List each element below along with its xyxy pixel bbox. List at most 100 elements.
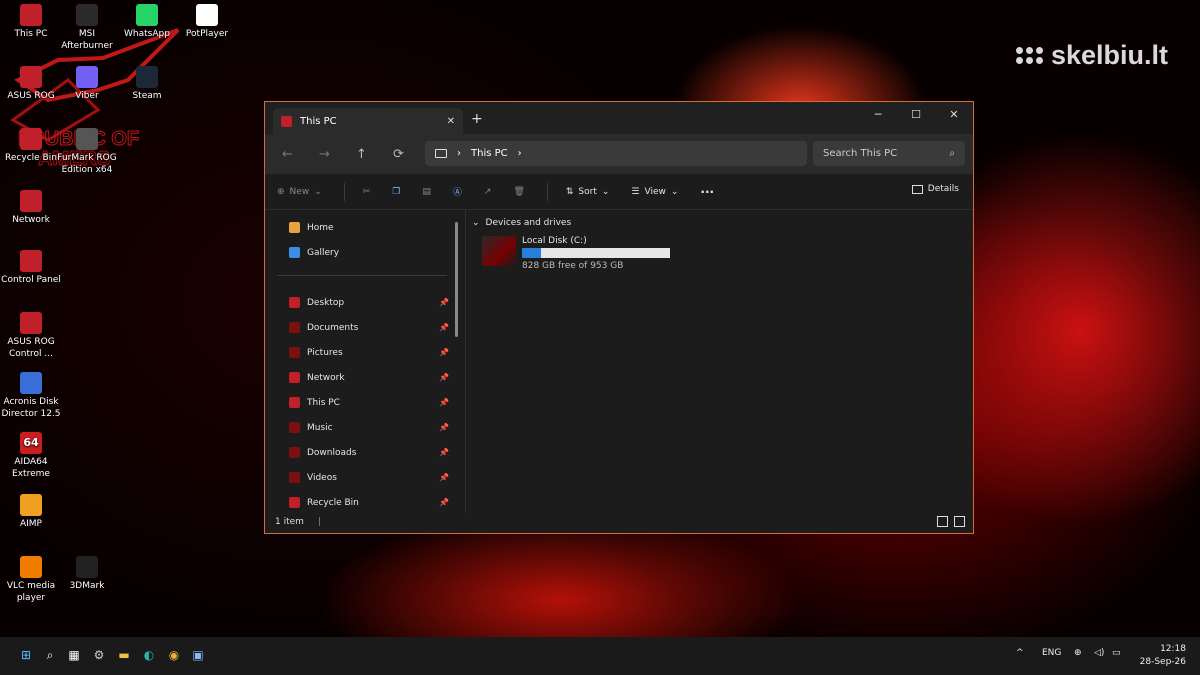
recycle-bin-icon	[289, 497, 300, 508]
cut-button[interactable]: ✂	[363, 187, 371, 197]
msi-afterburner-icon	[76, 4, 98, 26]
nav-item[interactable]: Videos 📌	[289, 472, 449, 483]
file-explorer-icon[interactable]: ▬	[116, 647, 132, 663]
toolbar-divider	[343, 182, 345, 201]
music-icon	[289, 422, 300, 433]
pin-icon[interactable]: 📌	[439, 348, 449, 357]
battery-icon[interactable]: ▭	[1112, 648, 1121, 658]
settings-icon[interactable]: ⚙	[91, 647, 107, 663]
trash-icon: 🗑	[513, 186, 525, 197]
pin-icon[interactable]: 📌	[439, 423, 449, 432]
tab-this-pc[interactable]: This PC ✕	[273, 108, 463, 134]
clock[interactable]: 12:18 28-Sep-26	[1140, 643, 1186, 669]
desktop-icon-label: Control Panel	[1, 275, 61, 285]
pin-icon[interactable]: 📌	[439, 398, 449, 407]
drive-usage-bar	[522, 248, 670, 258]
start-icon[interactable]: ⊞	[18, 647, 34, 663]
desktop-icon-item[interactable]: This PC	[0, 4, 62, 40]
pin-icon[interactable]: 📌	[439, 473, 449, 482]
pin-icon[interactable]: 📌	[439, 498, 449, 507]
section-header-devices[interactable]: ⌄ Devices and drives	[472, 218, 571, 228]
desktop-icon-item[interactable]: WhatsApp	[116, 4, 178, 40]
desktop-icon-item[interactable]: Network	[0, 190, 62, 226]
desktop-icon-item[interactable]: Control Panel	[0, 250, 62, 286]
desktop-icon-item[interactable]: Acronis Disk Director 12.5	[0, 372, 62, 420]
file-explorer-window[interactable]: This PC ✕ + ─ ☐ ✕ ← → ↑ ⟳ › This PC › Se…	[264, 101, 974, 534]
details-view-icon[interactable]	[937, 516, 948, 527]
desktop-icon-item[interactable]: MSI Afterburner	[56, 4, 118, 52]
minimize-button[interactable]: ─	[859, 102, 897, 126]
nav-item[interactable]: Pictures 📌	[289, 347, 449, 358]
pin-icon[interactable]: 📌	[439, 298, 449, 307]
copy-button[interactable]: ❐	[392, 187, 400, 197]
pin-icon[interactable]: 📌	[439, 323, 449, 332]
explorer-body: Home Gallery Desktop 📌 Documents 📌 Pictures 📌 Ne…	[265, 210, 973, 513]
pin-icon[interactable]: 📌	[439, 448, 449, 457]
nav-scrollbar[interactable]	[455, 222, 458, 337]
close-button[interactable]: ✕	[935, 102, 973, 126]
pin-icon[interactable]: 📌	[439, 373, 449, 382]
rename-icon: Ⓐ	[452, 188, 462, 198]
delete-button[interactable]: 🗑	[513, 187, 524, 197]
nav-item-label: Documents	[307, 322, 359, 333]
up-button[interactable]: ↑	[343, 147, 380, 162]
search-icon[interactable]: ⌕	[42, 647, 58, 663]
nav-item[interactable]: Recycle Bin 📌	[289, 497, 449, 508]
command-bar: ⊕ New ⌄ ✂ ❐ ▤ Ⓐ ↗ 🗑 ⇅ Sort ⌄ ☰ View ⌄ ··…	[265, 174, 973, 210]
desktop-icon-item[interactable]: ASUS ROG	[0, 66, 62, 102]
nav-item[interactable]: Network 📌	[289, 372, 449, 383]
breadcrumb-separator: ›	[457, 148, 461, 159]
nav-item[interactable]: This PC 📌	[289, 397, 449, 408]
breadcrumb-this-pc[interactable]: This PC	[471, 148, 508, 159]
nav-item[interactable]: Desktop 📌	[289, 297, 449, 308]
nav-divider	[277, 275, 447, 276]
refresh-button[interactable]: ⟳	[380, 147, 417, 162]
desktop-icon-item[interactable]: Recycle Bin	[0, 128, 62, 164]
maximize-button[interactable]: ☐	[897, 102, 935, 126]
new-tab-button[interactable]: +	[471, 111, 483, 127]
large-icons-view-icon[interactable]	[954, 516, 965, 527]
back-button[interactable]: ←	[269, 147, 306, 162]
tray-overflow-icon[interactable]: ^	[1016, 648, 1024, 658]
edge-icon[interactable]: ◐	[141, 647, 157, 663]
title-bar[interactable]: This PC ✕ + ─ ☐ ✕	[265, 102, 973, 134]
search-icon: ⌕	[949, 148, 955, 159]
nav-item[interactable]: Gallery	[289, 247, 449, 258]
search-input[interactable]: Search This PC ⌕	[813, 141, 965, 166]
nav-item[interactable]: Downloads 📌	[289, 447, 449, 458]
desktop-icon-item[interactable]: FurMark ROG Edition x64	[56, 128, 118, 176]
drive-local-disk-c[interactable]: Local Disk (C:) 828 GB free of 953 GB	[482, 236, 670, 271]
forward-button[interactable]: →	[306, 147, 343, 162]
volume-icon[interactable]: ◁)	[1094, 648, 1104, 658]
paste-button[interactable]: ▤	[422, 187, 431, 197]
sort-button[interactable]: ⇅ Sort ⌄	[566, 187, 610, 197]
network-tray-icon[interactable]: ⊕	[1074, 648, 1082, 658]
widgets-icon[interactable]: ▦	[66, 647, 82, 663]
navigation-pane[interactable]: Home Gallery Desktop 📌 Documents 📌 Pictures 📌 Ne…	[265, 210, 455, 513]
nav-item[interactable]: Documents 📌	[289, 322, 449, 333]
content-pane[interactable]: ⌄ Devices and drives Local Disk (C:) 828…	[465, 210, 970, 513]
new-button[interactable]: ⊕ New ⌄	[277, 187, 322, 197]
desktop-icon-item[interactable]: PotPlayer	[176, 4, 238, 40]
desktop-icon-item[interactable]: 64 AIDA64 Extreme	[0, 432, 62, 480]
breadcrumb-chevron[interactable]: ›	[518, 148, 522, 159]
desktop-icon-item[interactable]: VLC media player	[0, 556, 62, 604]
chrome-icon[interactable]: ◉	[166, 647, 182, 663]
desktop-icon-item[interactable]: Viber	[56, 66, 118, 102]
more-options-button[interactable]: ···	[700, 185, 714, 199]
language-indicator[interactable]: ENG	[1042, 648, 1061, 658]
close-tab-icon[interactable]: ✕	[447, 116, 455, 127]
active-app-icon[interactable]: ▣	[190, 647, 206, 663]
desktop-icon-item[interactable]: 3DMark	[56, 556, 118, 592]
desktop-icon-item[interactable]: Steam	[116, 66, 178, 102]
desktop-icon-label: Acronis Disk Director 12.5	[1, 397, 61, 419]
address-field[interactable]: › This PC ›	[425, 141, 807, 166]
view-button[interactable]: ☰ View ⌄	[631, 187, 678, 197]
share-button[interactable]: ↗	[484, 187, 492, 197]
desktop-icon-item[interactable]: AIMP	[0, 494, 62, 530]
rename-button[interactable]: Ⓐ	[453, 185, 462, 198]
nav-item[interactable]: Home	[289, 222, 449, 233]
details-pane-button[interactable]: Details	[911, 184, 959, 194]
nav-item[interactable]: Music 📌	[289, 422, 449, 433]
desktop-icon-item[interactable]: ASUS ROG Control ...	[0, 312, 62, 360]
